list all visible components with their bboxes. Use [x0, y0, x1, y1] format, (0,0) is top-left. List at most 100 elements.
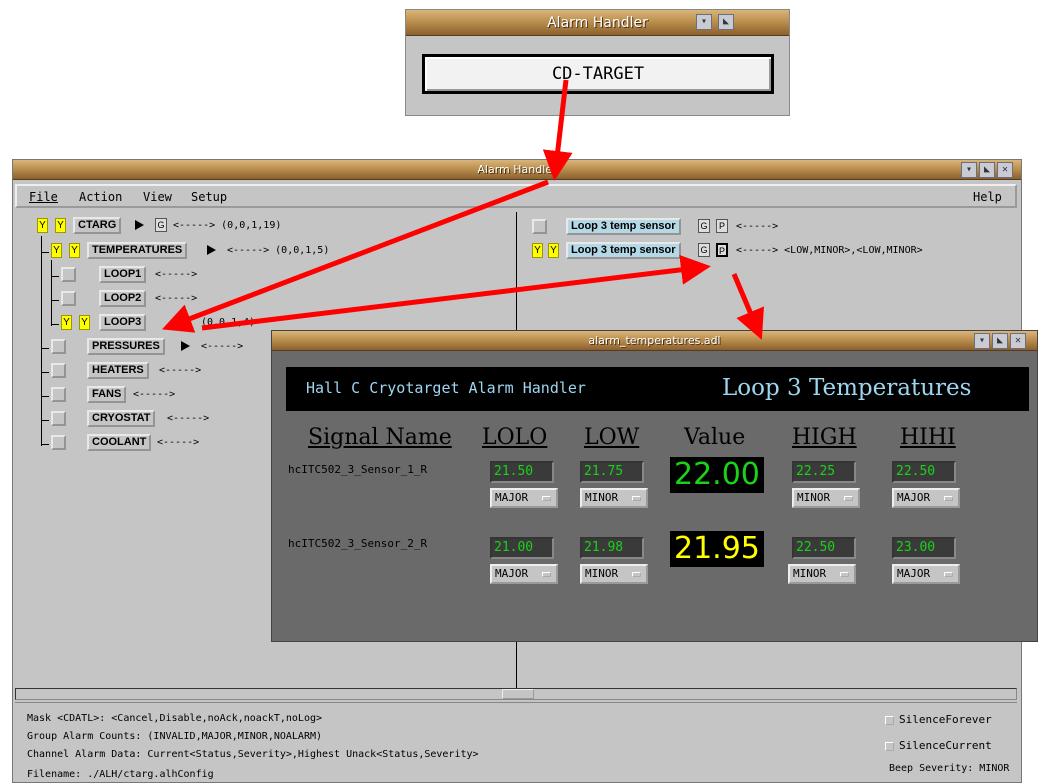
tree-line	[41, 252, 49, 253]
maximize-icon[interactable]: ◣	[979, 162, 995, 178]
menu-help[interactable]: Help	[973, 190, 1002, 204]
option-menu-icon	[844, 496, 853, 501]
maximize-icon[interactable]: ◣	[718, 14, 734, 30]
tree-root-ctarg[interactable]: CTARG	[73, 217, 122, 234]
fans-ack-indicator[interactable]	[51, 387, 66, 402]
checkbox-icon	[885, 716, 894, 725]
lolo-field-2[interactable]: 21.00	[490, 537, 554, 559]
banner-right-text: Loop 3 Temperatures	[722, 375, 972, 401]
lolo-severity-2: MAJOR	[495, 567, 529, 580]
menu-action[interactable]: Action	[79, 190, 122, 204]
col-signal-name: Signal Name	[308, 425, 452, 450]
adl-display-window: alarm_temperatures.adl ▾ ◣ ✕ Hall C Cryo…	[271, 330, 1038, 642]
channel2-ack-indicator[interactable]: Y	[532, 243, 543, 258]
channel-data-legend: Channel Alarm Data: Current<Status,Sever…	[27, 749, 479, 760]
tree-line	[41, 372, 49, 373]
option-menu-icon	[632, 572, 641, 577]
main-window-title: Alarm Handler	[477, 163, 557, 176]
tree-item-pressures[interactable]: PRESSURES	[87, 338, 165, 355]
lolo-field-1[interactable]: 21.50	[490, 461, 554, 483]
heaters-alarm-status: <----->	[159, 365, 202, 376]
hihi-field-1[interactable]: 22.50	[892, 461, 956, 483]
checkbox-icon	[885, 742, 894, 751]
channel2-process-button[interactable]: P	[716, 243, 728, 257]
high-severity-menu-2[interactable]: MINOR	[788, 564, 856, 584]
expand-arrow-icon[interactable]	[135, 220, 144, 230]
high-severity-menu-1[interactable]: MINOR	[792, 488, 860, 508]
channel1-guidance-button[interactable]: G	[698, 219, 710, 233]
loop1-ack-indicator[interactable]	[61, 267, 76, 282]
high-field-1[interactable]: 22.25	[792, 461, 856, 483]
main-window-titlebar[interactable]: Alarm Handler	[13, 160, 1021, 180]
coolant-ack-indicator[interactable]	[51, 435, 66, 450]
signal-name-2: hcITC502_3_Sensor_2_R	[288, 537, 428, 550]
root-guidance-button[interactable]: G	[155, 218, 167, 232]
cryostat-ack-indicator[interactable]	[51, 411, 66, 426]
option-menu-icon	[840, 572, 849, 577]
low-severity-menu-1[interactable]: MINOR	[580, 488, 648, 508]
tree-line	[41, 444, 49, 445]
minimize-icon[interactable]: ▾	[696, 14, 712, 30]
channel-loop3-sensor-1[interactable]: Loop 3 temp sensor	[566, 218, 681, 235]
channel1-ack-indicator[interactable]	[532, 219, 547, 234]
signal-name-1: hcITC502_3_Sensor_1_R	[288, 463, 428, 476]
expand-arrow-icon[interactable]	[207, 245, 216, 255]
menu-file[interactable]: File	[29, 190, 58, 204]
beep-severity: Beep Severity: MINOR	[889, 763, 1010, 774]
temperatures-alarm-counts: <-----> (0,0,1,5)	[227, 245, 330, 256]
root-ack-transient-indicator[interactable]: Y	[55, 218, 66, 233]
low-field-1[interactable]: 21.75	[580, 461, 644, 483]
tree-item-loop3[interactable]: LOOP3	[99, 314, 147, 331]
loop3-ack-indicator[interactable]: Y	[61, 315, 72, 330]
expand-arrow-icon[interactable]	[181, 341, 190, 351]
channel2-guidance-button[interactable]: G	[698, 243, 710, 257]
loop3-ack-transient-indicator[interactable]: Y	[79, 315, 90, 330]
tree-item-temperatures[interactable]: TEMPERATURES	[87, 242, 188, 259]
status-area: Mask <CDATL>: <Cancel,Disable,noAck,noac…	[15, 702, 1017, 782]
channel2-ack-transient-indicator[interactable]: Y	[548, 243, 559, 258]
adl-window-titlebar[interactable]: alarm_temperatures.adl	[272, 331, 1037, 351]
heaters-ack-indicator[interactable]	[51, 363, 66, 378]
minimize-icon[interactable]: ▾	[974, 333, 990, 349]
top-target-button[interactable]: CD-TARGET	[422, 54, 774, 94]
low-field-2[interactable]: 21.98	[580, 537, 644, 559]
maximize-icon[interactable]: ◣	[992, 333, 1008, 349]
tree-item-coolant[interactable]: COOLANT	[87, 434, 152, 451]
fans-alarm-status: <----->	[133, 389, 176, 400]
pressures-ack-indicator[interactable]	[51, 339, 66, 354]
mask-legend: Mask <CDATL>: <Cancel,Disable,noAck,noac…	[27, 713, 323, 724]
loop2-ack-indicator[interactable]	[61, 291, 76, 306]
menu-view[interactable]: View	[143, 190, 172, 204]
root-ack-indicator[interactable]: Y	[37, 218, 48, 233]
tree-item-fans[interactable]: FANS	[87, 386, 127, 403]
temperatures-ack-transient-indicator[interactable]: Y	[69, 243, 80, 258]
option-menu-icon	[944, 572, 953, 577]
menu-setup[interactable]: Setup	[191, 190, 227, 204]
value-readout-2: 21.95	[670, 531, 764, 567]
channel1-alarm-status: <----->	[736, 221, 779, 232]
lolo-severity-menu-2[interactable]: MAJOR	[490, 564, 558, 584]
tree-item-cryostat[interactable]: CRYOSTAT	[87, 410, 156, 427]
close-icon[interactable]: ✕	[1010, 333, 1026, 349]
tree-item-loop1[interactable]: LOOP1	[99, 266, 147, 283]
group-counts-legend: Group Alarm Counts: (INVALID,MAJOR,MINOR…	[27, 731, 323, 742]
scrollbar-thumb[interactable]	[502, 689, 534, 699]
tree-item-heaters[interactable]: HEATERS	[87, 362, 149, 379]
channel1-process-button[interactable]: P	[716, 219, 728, 233]
low-severity-menu-2[interactable]: MINOR	[580, 564, 648, 584]
close-icon[interactable]: ✕	[997, 162, 1013, 178]
tree-item-loop2[interactable]: LOOP2	[99, 290, 147, 307]
temperatures-ack-indicator[interactable]: Y	[51, 243, 62, 258]
loop2-alarm-status: <----->	[155, 293, 198, 304]
loop3-alarm-counts: (0,0,1,4)	[201, 317, 256, 328]
hihi-severity-menu-2[interactable]: MAJOR	[892, 564, 960, 584]
lolo-severity-menu-1[interactable]: MAJOR	[490, 488, 558, 508]
col-lolo: LOLO	[482, 425, 548, 450]
hihi-severity-menu-1[interactable]: MAJOR	[892, 488, 960, 508]
minimize-icon[interactable]: ▾	[961, 162, 977, 178]
pane-scrollbar[interactable]	[15, 688, 1017, 700]
channel-loop3-sensor-2[interactable]: Loop 3 temp sensor	[566, 242, 681, 259]
top-target-label: CD-TARGET	[551, 64, 645, 84]
hihi-field-2[interactable]: 23.00	[892, 537, 956, 559]
high-field-2[interactable]: 22.50	[792, 537, 856, 559]
